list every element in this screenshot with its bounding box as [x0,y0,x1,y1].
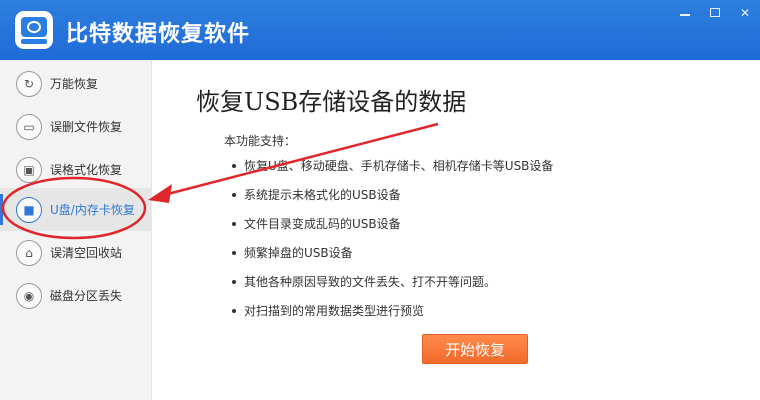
minimize-button[interactable] [678,6,692,20]
drive-icon: ▣ [16,156,42,183]
app-logo-icon [15,11,53,49]
sidebar-item-format-recovery[interactable]: ▣ 误格式化恢复 [0,148,152,191]
main-panel: 恢复USB存储设备的数据 本功能支持： 恢复U盘、移动硬盘、手机存储卡、相机存储… [152,60,760,400]
sidebar-item-usb-card-recovery[interactable]: ■ U盘/内存卡恢复 [0,188,152,231]
app-title: 比特数据恢复软件 [66,22,251,47]
feature-item: 恢复U盘、移动硬盘、手机存储卡、相机存储卡等USB设备 [230,155,553,184]
sidebar-item-recycle-bin-recovery[interactable]: ⌂ 误清空回收站 [0,231,152,274]
sidebar-item-label: U盘/内存卡恢复 [50,203,135,217]
feature-item: 其他各种原因导致的文件丢失、打不开等问题。 [230,271,553,300]
feature-item: 频繁掉盘的USB设备 [230,242,553,271]
trash-icon: ⌂ [16,239,42,266]
close-button[interactable] [738,6,752,20]
sidebar-item-label: 误清空回收站 [50,246,123,260]
disk-icon: ◉ [16,282,42,309]
feature-list: 恢复U盘、移动硬盘、手机存储卡、相机存储卡等USB设备 系统提示未格式化的USB… [230,155,553,329]
maximize-button[interactable] [708,6,722,20]
sidebar-item-label: 万能恢复 [50,77,99,91]
sidebar: ↻ 万能恢复 ▭ 误删文件恢复 ▣ 误格式化恢复 ■ U盘/内存卡恢复 ⌂ 误清… [0,60,152,400]
folder-icon: ▭ [16,113,42,140]
sidebar-item-label: 误格式化恢复 [50,163,123,177]
refresh-icon: ↻ [16,70,42,97]
sidebar-item-universal-recovery[interactable]: ↻ 万能恢复 [0,62,152,105]
page-title: 恢复USB存储设备的数据 [196,88,467,116]
active-indicator [0,194,3,225]
sidebar-item-label: 磁盘分区丢失 [50,289,123,303]
start-recovery-button[interactable]: 开始恢复 [422,334,528,364]
feature-item: 对扫描到的常用数据类型进行预览 [230,300,553,329]
usb-lock-icon: ■ [16,196,42,223]
window-controls [678,6,752,20]
sidebar-item-partition-lost[interactable]: ◉ 磁盘分区丢失 [0,274,152,317]
feature-item: 系统提示未格式化的USB设备 [230,184,553,213]
intro-text: 本功能支持： [224,134,297,148]
feature-item: 文件目录变成乱码的USB设备 [230,213,553,242]
sidebar-item-deleted-file-recovery[interactable]: ▭ 误删文件恢复 [0,105,152,148]
title-bar: 比特数据恢复软件 [0,0,760,60]
sidebar-item-label: 误删文件恢复 [50,120,123,134]
